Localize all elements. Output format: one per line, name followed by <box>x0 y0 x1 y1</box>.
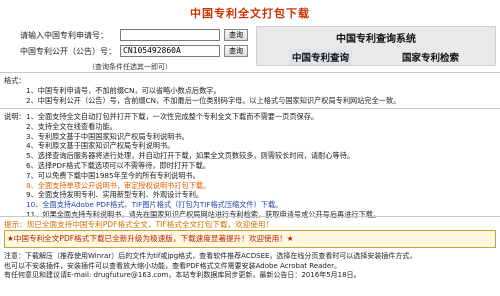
format-heading: 格式： <box>4 76 26 85</box>
divider <box>0 216 500 217</box>
explain-item: 2、支持全文在线查看功能。 <box>26 121 117 131</box>
footer-line: 有任何意见和建议请E-mail: drugfuture@163.com，本站专利… <box>4 271 361 280</box>
explain-item: 3、专利原文基于中国国家知识产权局专利说明书。 <box>26 131 189 141</box>
format-item: 1、中国专利申请号，不加前缀CN，可以省略小数点后数字。 <box>26 85 221 95</box>
query-app-button[interactable]: 查询 <box>224 29 248 41</box>
explain-item: 7、可以免费下载中国1985年至今的所有专利说明书。 <box>26 170 200 180</box>
explain-item: 5、选择查询后服务器将进行处理，并自动打开下载，如果全文页数较多，则需较长时间，… <box>26 151 355 161</box>
explain-item: 4、专利原文基于国家知识产权局专利说明书。 <box>26 141 175 151</box>
format-item: 2、中国专利公开（公告）号，含前缀CN，不加最后一位类别码字母。以上格式与国家知… <box>26 95 401 105</box>
explain-item: 1、全面支持全文自动打包并打开下载，一次性完成整个专利全文下载而不需要一页页保存… <box>26 112 319 121</box>
explain-item: 6、选择PDF格式下载选项可以不需等待，即时打开下载。 <box>26 160 210 170</box>
query-hint: （查询条件任选其一即可） <box>88 63 172 71</box>
format-section: 格式： 1、中国专利申请号，不加前缀CN，可以省略小数点后数字。 2、中国专利公… <box>4 76 400 105</box>
notice-box: ★中国专利全文PDF格式下载已全新升级为极速版，下载速度显著提升！欢迎使用！★ <box>4 230 496 248</box>
explain-heading: 说明： <box>4 112 26 121</box>
pub-no-label: 中国专利公开（公告）号： <box>20 47 116 56</box>
divider <box>0 108 500 109</box>
app-no-input[interactable] <box>120 29 220 41</box>
explain-item: 8、全面支持单项公开说明书，审定授权说明书打包下载。 <box>26 180 211 190</box>
divider <box>0 72 500 73</box>
china-patent-query-link[interactable]: 中国专利查询 <box>289 49 353 65</box>
query-system-panel: 中国专利查询系统 中国专利查询 国家专利检索 <box>256 26 496 66</box>
page-title: 中国专利全文打包下载 <box>190 7 310 20</box>
footer-line: 也可以不安装插件，安装插件可以查看放大缩小功能，查看PDF格式文件需要安装Ado… <box>4 261 342 270</box>
explain-item: 10、全面支持Adobe PDF格式、TIF图片格式（打包为TIF格式压缩文件）… <box>26 200 283 210</box>
system-title: 中国专利查询系统 <box>336 34 416 45</box>
explain-item: 9、全面支持发明专利、实用新型专利、外观设计专利。 <box>26 190 204 200</box>
query-pub-button[interactable]: 查询 <box>224 45 248 57</box>
pub-no-input[interactable]: CN105492860A <box>120 45 220 57</box>
footer-line: 注意：下载解压（推荐使用Winrar）后的文件为tif或jpg格式，查看软件推荐… <box>4 252 417 260</box>
app-no-label: 请输入中国专利申请号： <box>20 31 108 40</box>
explain-section: 说明： 1、全面支持全文自动打包并打开下载，一次性完成整个专利全文下载而不需要一… <box>4 112 380 220</box>
tip-text: 提示：现已全面支持中国专利PDF格式全文，TIF格式全文打包下载，欢迎使用！ <box>4 220 274 229</box>
footer: 注意：下载解压（推荐使用Winrar）后的文件为tif或jpg格式，查看软件推荐… <box>4 252 416 281</box>
national-patent-search-link[interactable]: 国家专利检索 <box>399 49 462 65</box>
